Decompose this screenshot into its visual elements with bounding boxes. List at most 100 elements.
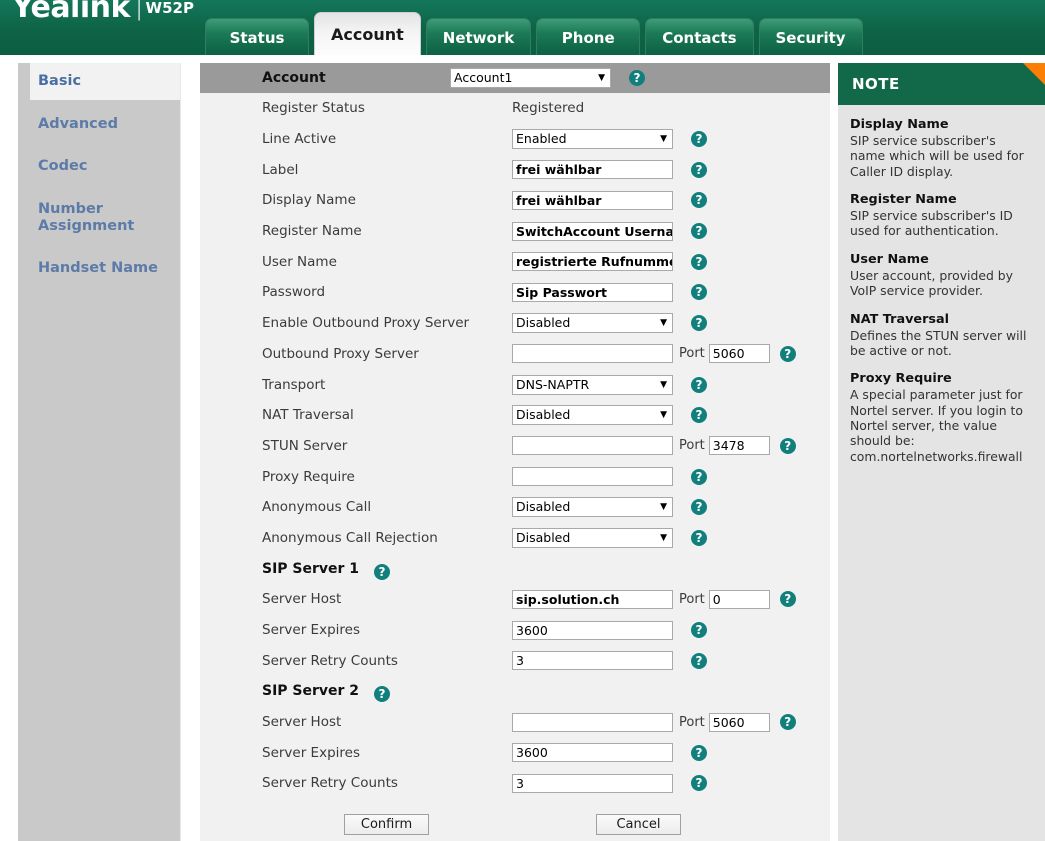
help-icon-proxy-require[interactable]: ?	[691, 468, 707, 485]
account-select[interactable]: Account1 ▼	[450, 68, 611, 88]
tab-network[interactable]: Network	[425, 18, 532, 55]
help-icon-label[interactable]: ?	[691, 161, 707, 178]
help-icon-anonymous-call-rejection[interactable]: ?	[691, 529, 707, 546]
sip1-server-host-input[interactable]: sip.solution.ch	[512, 589, 673, 609]
help-icon-sip1-server-retry-counts[interactable]: ?	[691, 652, 707, 669]
help-icon-stun-server[interactable]: ?	[779, 437, 796, 454]
label-outbound-proxy-port: Port	[679, 346, 705, 362]
heading-sip-server-1: SIP Server 1 ?	[262, 561, 512, 580]
label-label: Label	[262, 161, 299, 178]
tab-security[interactable]: Security	[758, 18, 863, 55]
help-icon-sip1-server-host[interactable]: ?	[779, 591, 796, 608]
anonymous-call-select[interactable]: Disabled ▼	[512, 497, 673, 518]
nat-traversal-select[interactable]: Disabled ▼	[512, 405, 673, 426]
password-input[interactable]: Sip Passwort	[512, 282, 673, 302]
account-section-header: Account Account1 ▼ ?	[200, 63, 830, 93]
note-item: NAT Traversal Defines the STUN server wi…	[850, 312, 1033, 359]
row-sip1-server-host: Server Host sip.solution.ch Port 0 ?	[200, 584, 830, 615]
row-sip1-server-retry-counts: Server Retry Counts 3 ?	[200, 645, 830, 676]
label-user-name: User Name	[262, 253, 337, 270]
label-sip1-server-expires: Server Expires	[262, 622, 360, 639]
sip2-server-host-input[interactable]	[512, 712, 673, 732]
help-icon-sip2-server-expires[interactable]: ?	[691, 744, 707, 761]
label-register-status: Register Status	[262, 100, 365, 117]
row-stun-server: STUN Server Port 3478 ?	[200, 431, 830, 462]
note-item-text: SIP service subscriber's name which will…	[850, 132, 1024, 179]
tab-account[interactable]: Account	[314, 12, 421, 55]
note-panel-header: NOTE	[838, 63, 1045, 105]
anonymous-call-value: Disabled	[516, 499, 571, 515]
sip1-server-retry-counts-input[interactable]: 3	[512, 651, 673, 671]
sidebar-item-advanced[interactable]: Advanced	[18, 106, 180, 143]
help-icon-nat-traversal[interactable]: ?	[691, 407, 707, 424]
outbound-proxy-server-input[interactable]	[512, 344, 673, 364]
tab-contacts[interactable]: Contacts	[645, 18, 754, 55]
note-item-title: User Name	[850, 251, 929, 267]
register-name-input[interactable]: SwitchAccount Username	[512, 221, 673, 241]
help-icon-sip2-server-host[interactable]: ?	[779, 714, 796, 731]
row-outbound-proxy-server: Outbound Proxy Server Port 5060 ?	[200, 339, 830, 370]
note-panel-title: NOTE	[852, 75, 900, 93]
help-icon-line-active[interactable]: ?	[691, 131, 707, 148]
help-icon-sip-server-1[interactable]: ?	[373, 563, 390, 580]
chevron-down-icon: ▼	[660, 502, 667, 513]
tab-phone[interactable]: Phone	[536, 18, 641, 55]
help-icon-sip-server-2[interactable]: ?	[373, 686, 390, 703]
line-active-select[interactable]: Enabled ▼	[512, 129, 673, 150]
row-enable-outbound-proxy-server: Enable Outbound Proxy Server Disabled ▼ …	[200, 308, 830, 339]
anonymous-call-rejection-value: Disabled	[516, 529, 571, 545]
note-panel-body: Display Name SIP service subscriber's na…	[838, 105, 1045, 841]
help-icon-register-name[interactable]: ?	[691, 223, 707, 240]
outbound-proxy-port-input[interactable]: 5060	[708, 344, 770, 364]
enable-outbound-proxy-server-select[interactable]: Disabled ▼	[512, 313, 673, 334]
help-icon-account[interactable]: ?	[629, 70, 645, 86]
note-item: Display Name SIP service subscriber's na…	[850, 117, 1033, 179]
logo-divider: |	[134, 0, 143, 21]
sip1-port-input[interactable]: 0	[708, 589, 770, 609]
proxy-require-input[interactable]	[512, 467, 673, 487]
label-input[interactable]: frei wählbar	[512, 160, 673, 180]
sip1-server-expires-input[interactable]: 3600	[512, 620, 673, 640]
sip2-server-retry-counts-input[interactable]: 3	[512, 773, 673, 793]
help-icon-anonymous-call[interactable]: ?	[691, 499, 707, 516]
sidebar-item-handset-name[interactable]: Handset Name	[18, 250, 180, 287]
tab-status[interactable]: Status	[205, 18, 309, 55]
stun-server-input[interactable]	[512, 436, 673, 456]
help-icon-transport[interactable]: ?	[691, 376, 707, 393]
help-icon-enable-outbound-proxy-server[interactable]: ?	[691, 315, 707, 332]
row-register-name: Register Name SwitchAccount Username ?	[200, 216, 830, 247]
sip2-port-input[interactable]: 5060	[708, 712, 770, 732]
help-icon-sip1-server-expires[interactable]: ?	[691, 622, 707, 639]
cancel-button[interactable]: Cancel	[596, 814, 681, 836]
user-name-input[interactable]: registrierte Rufnummer	[512, 252, 673, 272]
label-outbound-proxy-server: Outbound Proxy Server	[262, 345, 419, 362]
help-icon-password[interactable]: ?	[691, 284, 707, 301]
help-icon-outbound-proxy-server[interactable]: ?	[779, 345, 796, 362]
sidebar-item-codec[interactable]: Codec	[18, 148, 180, 185]
note-panel: NOTE Display Name SIP service subscriber…	[838, 63, 1045, 841]
enable-outbound-proxy-server-value: Disabled	[516, 315, 571, 331]
label-sip2-port: Port	[679, 714, 705, 730]
stun-port-input[interactable]: 3478	[708, 436, 770, 456]
sidebar-item-basic[interactable]: Basic	[30, 63, 180, 100]
display-name-input[interactable]: frei wählbar	[512, 190, 673, 210]
label-line-active: Line Active	[262, 131, 337, 148]
chevron-down-icon: ▼	[660, 318, 667, 329]
sip2-server-expires-input[interactable]: 3600	[512, 743, 673, 763]
chevron-down-icon: ▼	[660, 134, 667, 145]
sidebar-item-number-assignment[interactable]: Number Assignment	[18, 191, 180, 244]
yealink-logo: Yealink | W52P	[12, 0, 194, 25]
confirm-button[interactable]: Confirm	[344, 814, 429, 836]
note-item-text: User account, provided by VoIP service p…	[850, 267, 1013, 299]
transport-select[interactable]: DNS-NAPTR ▼	[512, 374, 673, 395]
help-icon-sip2-server-retry-counts[interactable]: ?	[691, 775, 707, 792]
chevron-down-icon: ▼	[660, 410, 667, 421]
help-icon-display-name[interactable]: ?	[691, 192, 707, 209]
help-icon-user-name[interactable]: ?	[691, 253, 707, 270]
value-register-status: Registered	[512, 100, 585, 117]
row-label: Label frei wählbar ?	[200, 154, 830, 185]
anonymous-call-rejection-select[interactable]: Disabled ▼	[512, 527, 673, 548]
label-enable-outbound-proxy-server: Enable Outbound Proxy Server	[262, 315, 470, 332]
row-sip2-server-expires: Server Expires 3600 ?	[200, 737, 830, 768]
heading-sip-server-2: SIP Server 2 ?	[262, 683, 512, 703]
